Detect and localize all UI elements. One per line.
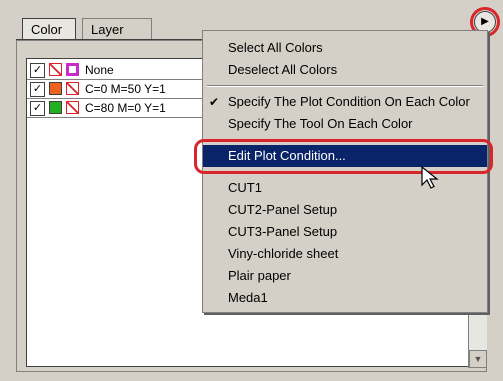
list-item[interactable]: ✓ C=0 M=50 Y=1 bbox=[27, 80, 207, 99]
mouse-pointer-icon bbox=[421, 165, 439, 189]
checkmark-icon: ✔ bbox=[209, 95, 220, 109]
checkbox-icon[interactable]: ✓ bbox=[30, 63, 45, 78]
fill-swatch-icon bbox=[49, 82, 62, 95]
fill-swatch-icon bbox=[66, 63, 79, 76]
list-item-label: C=0 M=50 Y=1 bbox=[85, 82, 166, 96]
menu-item-deselect-all[interactable]: Deselect All Colors bbox=[203, 59, 487, 81]
menu-item-viny-chloride[interactable]: Viny-chloride sheet bbox=[203, 243, 487, 265]
menu-separator bbox=[207, 85, 483, 87]
menu-item-cut1[interactable]: CUT1 bbox=[203, 177, 487, 199]
menu-item-cut3[interactable]: CUT3-Panel Setup bbox=[203, 221, 487, 243]
tab-color[interactable]: Color bbox=[22, 18, 76, 40]
menu-item-tool-each-color[interactable]: Specify The Tool On Each Color bbox=[203, 113, 487, 135]
none-swatch-icon bbox=[49, 63, 62, 76]
menu-item-select-all[interactable]: Select All Colors bbox=[203, 37, 487, 59]
menu-item-meda1[interactable]: Meda1 bbox=[203, 287, 487, 309]
scroll-down-icon[interactable]: ▼ bbox=[469, 350, 487, 368]
stroke-swatch-icon bbox=[66, 101, 79, 114]
checkbox-icon[interactable]: ✓ bbox=[30, 101, 45, 116]
list-item[interactable]: ✓ C=80 M=0 Y=1 bbox=[27, 99, 207, 118]
checkbox-icon[interactable]: ✓ bbox=[30, 82, 45, 97]
color-panel: Color Layer ✓ None ✓ C=0 M=50 Y=1 ✓ C=80… bbox=[0, 0, 503, 381]
list-item[interactable]: ✓ None bbox=[27, 61, 207, 80]
tab-layer[interactable]: Layer bbox=[82, 18, 152, 40]
list-item-label: None bbox=[85, 63, 114, 77]
menu-item-cut2[interactable]: CUT2-Panel Setup bbox=[203, 199, 487, 221]
menu-item-plot-condition-each-color[interactable]: ✔ Specify The Plot Condition On Each Col… bbox=[203, 91, 487, 113]
stroke-swatch-icon bbox=[66, 82, 79, 95]
menu-item-plair-paper[interactable]: Plair paper bbox=[203, 265, 487, 287]
callout-rectangle bbox=[194, 139, 493, 174]
menu-item-label: Specify The Plot Condition On Each Color bbox=[228, 94, 470, 109]
list-item-label: C=80 M=0 Y=1 bbox=[85, 101, 166, 115]
fill-swatch-icon bbox=[49, 101, 62, 114]
